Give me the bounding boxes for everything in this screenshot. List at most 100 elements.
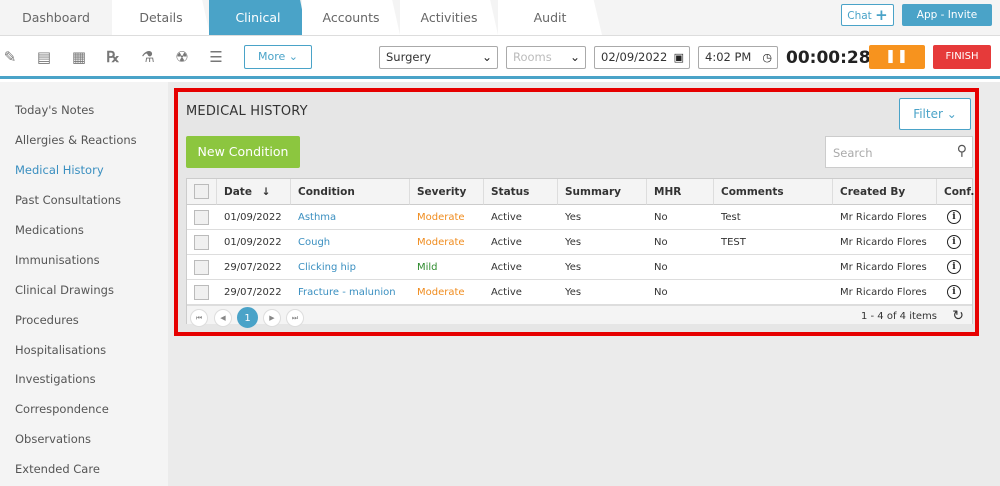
clinical-toolbar: ✎ ▤ ▦ ℞ ⚗ ☢ ☰ More ⌄ Surgery ⌄ Rooms ⌄ 0… — [0, 35, 1000, 79]
date-field[interactable]: 02/09/2022 ▣ — [594, 46, 690, 69]
cell-mhr: No — [647, 255, 714, 280]
column-header-status[interactable]: Status — [484, 179, 558, 205]
tab-dashboard[interactable]: Dashboard — [0, 0, 112, 35]
info-icon[interactable]: i — [947, 235, 961, 249]
tab-activities[interactable]: Activities — [400, 0, 498, 35]
cell-condition-link[interactable]: Asthma — [291, 205, 410, 230]
tab-details[interactable]: Details — [112, 0, 210, 35]
cell-status: Active — [484, 230, 558, 255]
cell-summary: Yes — [558, 255, 647, 280]
tab-accounts[interactable]: Accounts — [302, 0, 400, 35]
search-input[interactable]: Search ⚲ — [825, 136, 973, 168]
row-checkbox[interactable] — [194, 210, 209, 225]
column-header-confidential[interactable]: Conf. — [937, 179, 974, 205]
column-header-mhr[interactable]: MHR — [647, 179, 714, 205]
tab-clinical[interactable]: Clinical — [209, 0, 307, 35]
prev-page-icon[interactable]: ◀ — [214, 309, 232, 327]
sidebar-item-procedures[interactable]: Procedures — [15, 313, 79, 327]
finish-button[interactable]: FINISH — [933, 45, 991, 69]
pause-button[interactable]: ❚❚ — [869, 45, 925, 69]
clock-icon[interactable]: ◷ — [762, 47, 772, 68]
chevron-down-icon: ⌄ — [288, 50, 298, 63]
top-tab-bar: Dashboard Details Clinical Accounts Acti… — [0, 0, 1000, 35]
more-button[interactable]: More ⌄ — [244, 45, 312, 69]
info-icon[interactable]: i — [947, 285, 961, 299]
cell-mhr: No — [647, 205, 714, 230]
new-condition-button[interactable]: New Condition — [186, 136, 300, 168]
chevron-down-icon: ⌄ — [481, 50, 492, 64]
row-checkbox[interactable] — [194, 285, 209, 300]
cell-severity: Moderate — [410, 280, 484, 305]
stack-icon[interactable]: ☰ — [206, 47, 226, 67]
cell-condition-link[interactable]: Fracture - malunion — [291, 280, 410, 305]
column-header-severity[interactable]: Severity — [410, 179, 484, 205]
search-icon[interactable]: ⚲ — [957, 143, 967, 159]
cell-created-by: Mr Ricardo Flores — [833, 255, 937, 280]
rx-icon[interactable]: ℞ — [103, 47, 123, 67]
row-checkbox[interactable] — [194, 260, 209, 275]
sidebar-item-extended-care[interactable]: Extended Care — [15, 462, 100, 476]
calendar-icon[interactable]: ▣ — [674, 47, 684, 68]
plus-icon: + — [875, 6, 888, 24]
clinical-sidebar: Today's Notes Allergies & Reactions Medi… — [0, 82, 168, 486]
cell-created-by: Mr Ricardo Flores — [833, 280, 937, 305]
last-page-icon[interactable]: ⏭ — [286, 309, 304, 327]
form-icon[interactable]: ▦ — [69, 47, 89, 67]
column-header-date[interactable]: Date ↓ — [217, 179, 291, 205]
refresh-icon[interactable]: ↻ — [952, 308, 964, 324]
column-header-comments[interactable]: Comments — [714, 179, 833, 205]
sidebar-item-hospitalisations[interactable]: Hospitalisations — [15, 343, 106, 357]
chat-button[interactable]: Chat + — [841, 4, 894, 26]
sidebar-item-correspondence[interactable]: Correspondence — [15, 402, 109, 416]
sidebar-item-medications[interactable]: Medications — [15, 223, 84, 237]
sidebar-item-immunisations[interactable]: Immunisations — [15, 253, 100, 267]
column-header-created-by[interactable]: Created By — [833, 179, 937, 205]
cell-condition-link[interactable]: Cough — [291, 230, 410, 255]
tab-audit[interactable]: Audit — [498, 0, 602, 35]
app-invite-button[interactable]: App - Invite — [902, 4, 992, 26]
pagination-bar: ⏮ ◀ 1 ▶ ⏭ 1 - 4 of 4 items ↻ — [187, 305, 972, 328]
chevron-down-icon: ⌄ — [946, 107, 957, 121]
pause-icon: ❚❚ — [885, 49, 909, 64]
row-checkbox[interactable] — [194, 235, 209, 250]
time-field[interactable]: 4:02 PM ◷ — [698, 46, 778, 69]
cell-severity: Mild — [410, 255, 484, 280]
cell-severity: Moderate — [410, 205, 484, 230]
sidebar-item-allergies[interactable]: Allergies & Reactions — [15, 133, 137, 147]
sidebar-item-todays-notes[interactable]: Today's Notes — [15, 103, 94, 117]
medical-history-panel: MEDICAL HISTORY Filter ⌄ New Condition S… — [174, 88, 979, 336]
medical-history-table: Date ↓ Condition Severity Status Summary… — [186, 178, 974, 328]
page-number-current[interactable]: 1 — [237, 307, 258, 328]
column-header-summary[interactable]: Summary — [558, 179, 647, 205]
chevron-down-icon: ⌄ — [569, 50, 580, 64]
select-all-header — [187, 179, 217, 205]
document-icon[interactable]: ▤ — [34, 47, 54, 67]
cell-date: 29/07/2022 — [217, 280, 291, 305]
info-icon[interactable]: i — [947, 210, 961, 224]
select-all-checkbox[interactable] — [194, 184, 209, 199]
cell-status: Active — [484, 255, 558, 280]
lab-icon[interactable]: ⚗ — [138, 47, 158, 67]
first-page-icon[interactable]: ⏮ — [190, 309, 208, 327]
sidebar-item-clinical-drawings[interactable]: Clinical Drawings — [15, 283, 114, 297]
cell-mhr: No — [647, 280, 714, 305]
sidebar-item-past-consultations[interactable]: Past Consultations — [15, 193, 121, 207]
cell-date: 01/09/2022 — [217, 230, 291, 255]
cell-summary: Yes — [558, 280, 647, 305]
cell-condition-link[interactable]: Clicking hip — [291, 255, 410, 280]
items-count: 1 - 4 of 4 items — [860, 311, 937, 322]
radiation-icon[interactable]: ☢ — [172, 47, 192, 67]
page-title: MEDICAL HISTORY — [186, 104, 308, 119]
next-page-icon[interactable]: ▶ — [263, 309, 281, 327]
location-select[interactable]: Surgery ⌄ — [379, 46, 498, 69]
sidebar-item-medical-history[interactable]: Medical History — [15, 163, 104, 177]
column-header-condition[interactable]: Condition — [291, 179, 410, 205]
rooms-select[interactable]: Rooms ⌄ — [506, 46, 586, 69]
sidebar-item-investigations[interactable]: Investigations — [15, 372, 96, 386]
filter-button[interactable]: Filter ⌄ — [899, 98, 971, 130]
sidebar-item-observations[interactable]: Observations — [15, 432, 91, 446]
cell-severity: Moderate — [410, 230, 484, 255]
info-icon[interactable]: i — [947, 260, 961, 274]
notes-icon[interactable]: ✎ — [0, 47, 20, 67]
cell-date: 29/07/2022 — [217, 255, 291, 280]
